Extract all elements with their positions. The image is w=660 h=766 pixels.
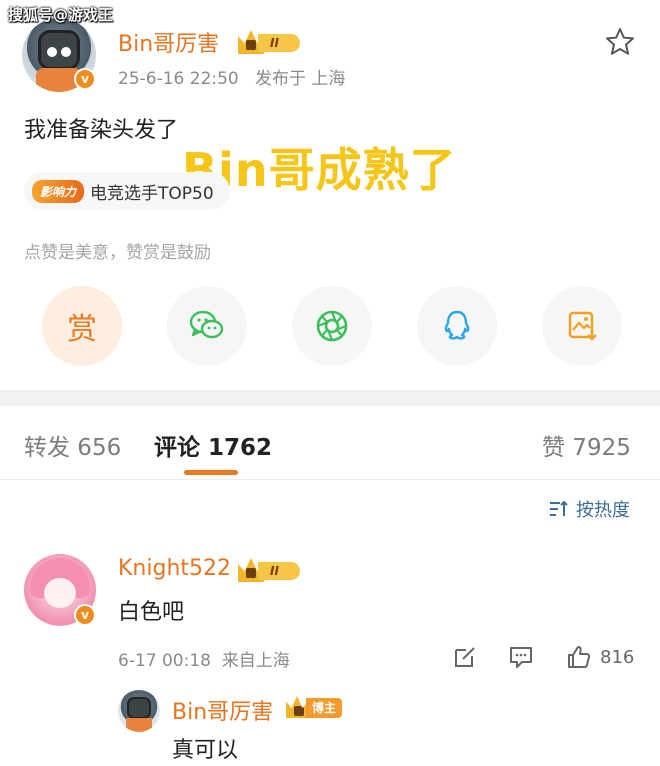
wechat-share-button[interactable] [167, 286, 247, 366]
qq-share-button[interactable] [417, 286, 497, 366]
tab-repost[interactable]: 转发 656 [24, 428, 121, 462]
level-label: II [258, 34, 300, 52]
sort-label: 按热度 [576, 500, 630, 521]
thumbs-up-icon [568, 646, 591, 668]
interaction-tabs: 转发 656 评论 1762 赞 7925 [0, 406, 660, 480]
qq-icon [444, 310, 470, 340]
sort-icon [550, 500, 568, 516]
moments-share-button[interactable] [292, 286, 372, 366]
tab-likes[interactable]: 赞 7925 [542, 428, 631, 462]
commenter-level-label: II [258, 562, 300, 580]
reward-label: 赏 [67, 312, 97, 347]
post-date: 25-6-16 22:50 [118, 69, 239, 89]
reward-button[interactable]: 赏 [42, 286, 122, 366]
forward-edit-icon [455, 647, 475, 667]
reply-author-avatar[interactable] [118, 690, 160, 732]
comment-text: 白色吧 [118, 600, 185, 625]
wechat-icon [189, 310, 224, 339]
influence-tag[interactable]: 影响力 电竞选手TOP50 [24, 172, 230, 210]
comment-location: 来自上海 [221, 651, 290, 671]
author-name[interactable]: Bin哥厉害 [118, 26, 219, 58]
comment-icon [510, 647, 532, 668]
post-card: v Bin哥厉害 II 25-6-16 22:50 发布于 上海 我准备染头发了… [0, 0, 660, 390]
author-tag: 博主 [306, 698, 343, 718]
commenter-name[interactable]: Knight522 [118, 556, 231, 581]
comment-forward-button[interactable] [452, 642, 478, 672]
comment-reply-button[interactable] [508, 642, 534, 672]
comment-time: 6-17 00:18 [118, 651, 211, 671]
like-count: 816 [600, 646, 635, 668]
post-text: 我准备染头发了 [24, 118, 179, 143]
level-crown-badge: II [238, 30, 300, 54]
commenter-level-crown-badge: II [238, 558, 300, 582]
influence-badge: 影响力 [32, 179, 85, 203]
section-divider [0, 390, 660, 406]
reply-author-name[interactable]: Bin哥厉害 [172, 694, 273, 726]
moments-icon [316, 310, 348, 342]
active-tab-indicator [184, 470, 238, 475]
tab-comments[interactable]: 评论 1762 [154, 428, 272, 462]
save-image-icon [568, 311, 597, 341]
reply-text: 真可以 [172, 738, 239, 763]
sort-toggle[interactable]: 按热度 [548, 496, 630, 522]
watermark: 搜狐号@游戏王 [8, 6, 114, 24]
comment-meta: 6-17 00:18 来自上海 [118, 646, 290, 671]
comment-like-button[interactable]: 816 [566, 642, 634, 672]
tip-hint: 点赞是美意，赞赏是鼓励 [24, 243, 211, 263]
commenter-verified-badge: v [74, 604, 96, 626]
post-location: 发布于 上海 [254, 69, 346, 89]
verified-badge: v [74, 68, 96, 90]
save-image-button[interactable] [542, 286, 622, 366]
post-meta: 25-6-16 22:50 发布于 上海 [118, 64, 345, 89]
share-actions: 赏 [42, 286, 622, 366]
favorite-star-icon[interactable] [604, 26, 636, 58]
influence-label: 电竞选手TOP50 [90, 183, 214, 204]
